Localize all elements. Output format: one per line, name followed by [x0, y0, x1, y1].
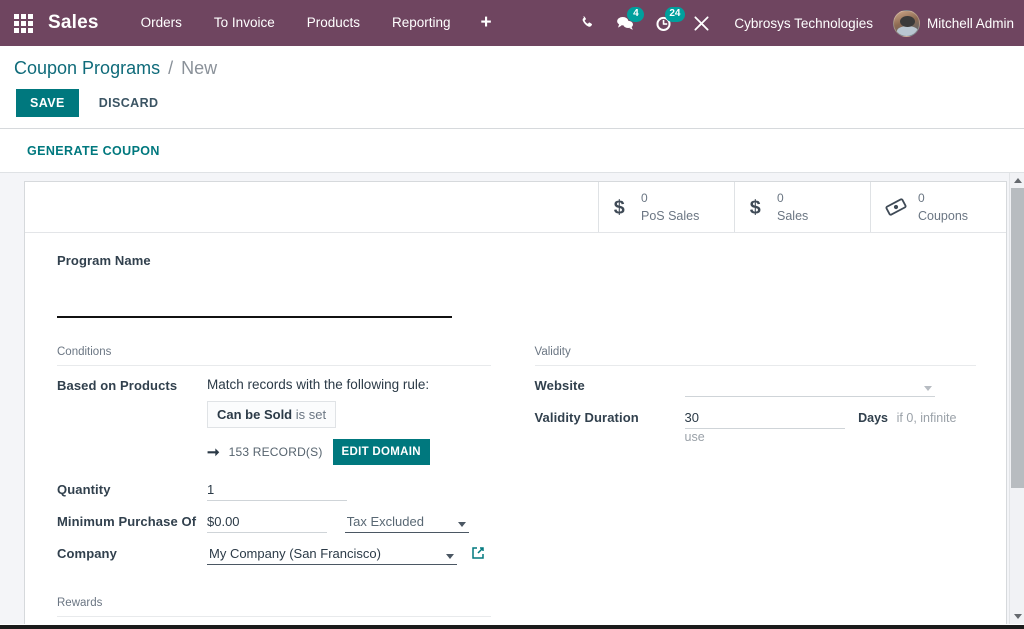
svg-text:$: $	[750, 197, 761, 218]
based-on-products-row: Based on Products Match records with the…	[57, 375, 491, 465]
website-select[interactable]	[685, 377, 935, 397]
website-row: Website	[535, 375, 977, 399]
save-button[interactable]: SAVE	[16, 89, 79, 117]
program-name-label: Program Name	[57, 253, 976, 268]
rewards-group-title: Rewards	[57, 597, 491, 617]
dollar-sign-icon: $	[749, 196, 766, 218]
program-name-input[interactable]	[57, 294, 452, 318]
based-on-products-label: Based on Products	[57, 375, 207, 393]
form-body: Program Name Conditions Based on Product…	[25, 233, 1006, 624]
stat-value: 0	[918, 191, 925, 205]
discard-button[interactable]: DISCARD	[93, 89, 165, 117]
company-label: Company	[57, 543, 207, 561]
minimum-purchase-input[interactable]	[207, 513, 327, 533]
quantity-row: Quantity	[57, 479, 491, 503]
company-select[interactable]: My Company (San Francisco)	[207, 545, 457, 565]
conditions-group: Conditions Based on Products Match recor…	[57, 346, 517, 575]
menu-reporting[interactable]: Reporting	[376, 0, 467, 46]
activities-clock-icon[interactable]: 24	[644, 0, 682, 46]
menu-products[interactable]: Products	[291, 0, 376, 46]
apps-grid-icon[interactable]	[6, 6, 40, 40]
statusbar-buttons: GENERATE COUPON	[0, 129, 1024, 173]
domain-record-count[interactable]: 153 RECORD(S)	[229, 445, 323, 459]
stat-label: PoS Sales	[641, 209, 699, 223]
messages-icon[interactable]: 4	[606, 0, 644, 46]
stat-button-coupons[interactable]: 0 Coupons	[870, 182, 1006, 232]
arrow-right-icon: ➞	[207, 443, 220, 461]
menu-add-icon[interactable]: +	[467, 0, 506, 46]
user-menu[interactable]: Mitchell Admin	[887, 10, 1014, 37]
debug-tools-icon[interactable]	[682, 0, 720, 46]
menu-to-invoice[interactable]: To Invoice	[198, 0, 291, 46]
scrollbar-thumb[interactable]	[1011, 188, 1024, 488]
domain-rule-text: Match records with the following rule:	[207, 377, 491, 392]
breadcrumb-separator: /	[168, 58, 173, 78]
website-label: Website	[535, 375, 685, 393]
validity-duration-label: Validity Duration	[535, 407, 685, 425]
stat-button-pos-sales[interactable]: $ 0 PoS Sales	[598, 182, 734, 232]
form-columns: Conditions Based on Products Match recor…	[57, 346, 976, 575]
app-brand-sales[interactable]: Sales	[48, 12, 99, 34]
minimum-purchase-row: Minimum Purchase Of Tax Excluded Tax Inc…	[57, 511, 491, 535]
quantity-input[interactable]	[207, 481, 347, 501]
domain-operator: is set	[296, 407, 326, 422]
generate-coupon-button[interactable]: GENERATE COUPON	[25, 142, 162, 160]
validity-duration-unit: Days	[858, 411, 888, 425]
navbar-right-group: 4 24 Cybrosys Technologies Mitchell Admi…	[568, 0, 1014, 46]
validity-duration-input[interactable]	[685, 409, 845, 429]
domain-field-name: Can be Sold	[217, 407, 292, 422]
validity-duration-row: Validity Duration Days if 0, infinite us…	[535, 407, 977, 444]
external-link-icon[interactable]	[471, 546, 485, 563]
validity-group: Validity Website Validity Durati	[517, 346, 977, 575]
stat-value: 0	[641, 191, 648, 205]
messages-badge: 4	[627, 7, 644, 22]
rewards-columns: Rewards Reward Discount	[57, 597, 976, 624]
top-navbar: Sales Orders To Invoice Products Reporti…	[0, 0, 1024, 46]
breadcrumb-current: New	[181, 58, 217, 78]
avatar	[893, 10, 920, 37]
user-name: Mitchell Admin	[927, 16, 1014, 31]
edit-domain-button[interactable]: EDIT DOMAIN	[333, 439, 430, 465]
record-actions: SAVE DISCARD	[0, 79, 1024, 128]
stat-label: Sales	[777, 209, 808, 223]
domain-condition-chip[interactable]: Can be Sold is set	[207, 401, 336, 428]
quantity-label: Quantity	[57, 479, 207, 497]
program-name-field: Program Name	[57, 253, 976, 318]
scroll-up-arrow-icon[interactable]	[1010, 173, 1024, 188]
breadcrumb: Coupon Programs / New	[0, 46, 1024, 79]
window-bottom-edge	[0, 625, 1024, 629]
apply-discount-group: Apply Discount Percentage Fixed Amount %	[517, 597, 977, 624]
stat-label: Coupons	[918, 209, 968, 223]
rewards-group: Rewards Reward Discount	[57, 597, 517, 624]
phone-icon[interactable]	[568, 0, 606, 46]
menu-orders[interactable]: Orders	[125, 0, 198, 46]
scroll-down-arrow-icon[interactable]	[1010, 609, 1024, 624]
dollar-sign-icon: $	[613, 196, 630, 218]
form-sheet: $ 0 PoS Sales $ 0 Sales	[24, 181, 1007, 624]
form-scroll-area: $ 0 PoS Sales $ 0 Sales	[0, 173, 1024, 624]
control-panel: Coupon Programs / New SAVE DISCARD	[0, 46, 1024, 129]
stat-button-sales[interactable]: $ 0 Sales	[734, 182, 870, 232]
company-row: Company My Company (San Francisco)	[57, 543, 491, 567]
domain-record-row: ➞ 153 RECORD(S) EDIT DOMAIN	[207, 439, 491, 465]
minimum-purchase-label: Minimum Purchase Of	[57, 511, 207, 529]
conditions-group-title: Conditions	[57, 346, 491, 366]
stat-button-box: $ 0 PoS Sales $ 0 Sales	[25, 182, 1006, 233]
vertical-scrollbar[interactable]	[1009, 173, 1024, 624]
apply-discount-spacer	[535, 597, 977, 616]
tax-mode-select[interactable]: Tax Excluded Tax Included	[345, 513, 469, 533]
breadcrumb-parent[interactable]: Coupon Programs	[14, 58, 160, 78]
validity-group-title: Validity	[535, 346, 977, 366]
svg-text:$: $	[614, 197, 625, 218]
ticket-icon	[885, 197, 907, 217]
company-switcher[interactable]: Cybrosys Technologies	[720, 16, 887, 31]
stat-value: 0	[777, 191, 784, 205]
